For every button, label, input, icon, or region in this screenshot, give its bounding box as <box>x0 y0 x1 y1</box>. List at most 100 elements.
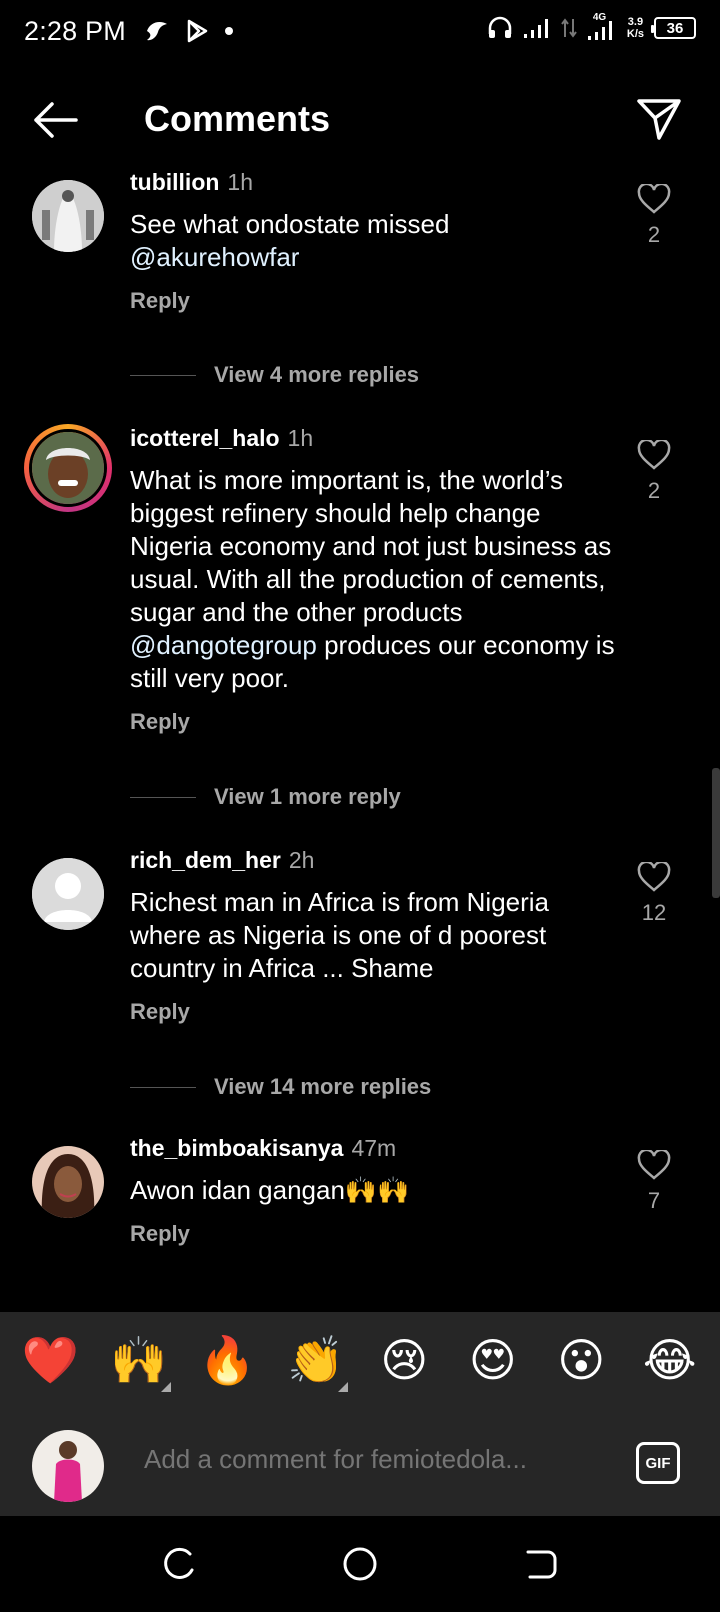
status-time: 2:28 PM <box>24 16 126 46</box>
emoji-glyph: 👏 <box>287 1332 345 1387</box>
comment-text-plain: Richest man in Africa is from Nigeria wh… <box>130 887 550 983</box>
comment-header: icotterel_halo 1h <box>130 424 620 452</box>
back-nav-button[interactable] <box>522 1546 558 1582</box>
view-more-label: View 4 more replies <box>214 362 420 387</box>
comment-mention[interactable]: @akurehowfar <box>130 242 299 272</box>
back-button[interactable] <box>30 98 80 142</box>
arrow-left-icon <box>34 102 78 138</box>
net-speed: 3.9 K/s <box>627 16 644 40</box>
comment-composer: GIF <box>0 1408 720 1516</box>
comment-body: tubillion 1h See what ondostate missed @a… <box>130 168 620 314</box>
dot-icon <box>225 27 233 35</box>
view-more-label: View 14 more replies <box>214 1074 432 1099</box>
scrollbar[interactable] <box>712 768 720 898</box>
divider <box>130 374 196 376</box>
emoji-raised-hands[interactable]: 🙌 <box>103 1332 175 1392</box>
like-count: 7 <box>647 1188 661 1213</box>
like-button[interactable]: 7 <box>632 1150 676 1214</box>
comment-username[interactable]: icotterel_halo <box>130 425 280 451</box>
skin-tone-indicator-icon <box>160 1381 171 1392</box>
comment-username[interactable]: rich_dem_her <box>130 847 281 873</box>
avatar[interactable] <box>32 858 104 930</box>
emoji-heart-eyes[interactable]: 😍 <box>457 1333 529 1387</box>
share-button[interactable] <box>636 96 682 142</box>
gif-button[interactable]: GIF <box>636 1442 680 1484</box>
like-button[interactable]: 2 <box>632 184 676 248</box>
emoji-glyph: 🙌 <box>110 1332 168 1387</box>
comment-body: rich_dem_her 2h Richest man in Africa is … <box>130 846 620 1025</box>
heart-icon <box>637 440 671 470</box>
net-speed-unit: K/s <box>626 28 644 40</box>
home-circle-icon <box>343 1547 377 1581</box>
back-nav-icon <box>526 1550 557 1579</box>
comment-body: the_bimboakisanya 47m Awon idan gangan🙌🙌 … <box>130 1134 620 1247</box>
comment-time: 1h <box>227 169 254 195</box>
like-button[interactable]: 2 <box>632 440 676 504</box>
divider <box>130 796 196 798</box>
comment-text-plain: See what ondostate missed <box>130 209 450 239</box>
like-count: 12 <box>641 900 667 925</box>
avatar[interactable] <box>32 180 104 252</box>
status-notification-icons <box>144 18 234 44</box>
heart-icon <box>637 1150 671 1180</box>
status-system-icons: 4G 3.9 K/s 36 <box>487 12 696 40</box>
comment-text-plain: What is more important is, the world’s b… <box>130 465 612 627</box>
play-store-icon <box>187 19 208 43</box>
comment-input[interactable] <box>144 1444 604 1475</box>
comment-text: Richest man in Africa is from Nigeria wh… <box>130 886 620 985</box>
comment-text: See what ondostate missed @akurehowfar <box>130 208 620 274</box>
home-button[interactable] <box>342 1546 378 1582</box>
comment-time: 1h <box>287 425 314 451</box>
comment-body: icotterel_halo 1h What is more important … <box>130 424 620 735</box>
comments-header: Comments <box>0 80 720 160</box>
avatar[interactable] <box>24 424 112 512</box>
recent-apps-icon <box>164 1547 194 1579</box>
signal-icon <box>523 19 548 38</box>
emoji-fire[interactable]: 🔥 <box>191 1333 263 1388</box>
recent-apps-button[interactable] <box>162 1546 198 1582</box>
reply-button[interactable]: Reply <box>130 709 620 735</box>
divider <box>130 1086 196 1088</box>
view-more-replies[interactable]: View 4 more replies <box>130 362 419 388</box>
comment-header: the_bimboakisanya 47m <box>130 1134 620 1162</box>
comment-time: 2h <box>288 847 315 873</box>
reply-button[interactable]: Reply <box>130 288 620 314</box>
like-count: 2 <box>647 222 661 247</box>
avatar[interactable] <box>32 1146 104 1218</box>
view-more-replies[interactable]: View 14 more replies <box>130 1074 431 1100</box>
comment-username[interactable]: the_bimboakisanya <box>130 1135 343 1161</box>
comment-text-plain: Awon idan gangan🙌🙌 <box>130 1175 410 1205</box>
gif-label: GIF <box>645 1454 671 1472</box>
page-title: Comments <box>144 98 331 139</box>
heart-icon <box>637 862 671 892</box>
battery-icon: 36 <box>651 17 696 39</box>
emoji-crying[interactable]: 😢 <box>368 1333 440 1387</box>
view-more-replies[interactable]: View 1 more reply <box>130 784 401 810</box>
reply-button[interactable]: Reply <box>130 999 620 1025</box>
like-count: 2 <box>647 478 661 503</box>
bird-app-icon <box>147 22 167 41</box>
comment-header: tubillion 1h <box>130 168 620 196</box>
comment-mention[interactable]: @dangotegroup <box>130 630 317 660</box>
skin-tone-indicator-icon <box>337 1381 348 1392</box>
comment-username[interactable]: tubillion <box>130 169 219 195</box>
view-more-label: View 1 more reply <box>214 784 401 809</box>
emoji-surprised[interactable]: 😮 <box>545 1333 617 1387</box>
system-nav-bar <box>0 1516 720 1612</box>
emoji-laughing[interactable]: 😂 <box>634 1333 706 1387</box>
default-avatar-icon <box>32 858 104 930</box>
emoji-heart[interactable]: ❤️ <box>14 1333 86 1388</box>
emoji-clapping[interactable]: 👏 <box>280 1332 352 1392</box>
headphones-icon <box>488 16 512 38</box>
signal-4g-icon: 4G <box>587 12 617 40</box>
like-button[interactable]: 12 <box>632 862 676 926</box>
reply-button[interactable]: Reply <box>130 1221 620 1247</box>
current-user-avatar <box>32 1430 104 1502</box>
send-icon <box>637 99 681 140</box>
emoji-quick-bar: ❤️ 🙌 🔥 👏 😢 😍 😮 😂 <box>0 1312 720 1408</box>
comment-text: What is more important is, the world’s b… <box>130 464 620 695</box>
battery-level: 36 <box>666 19 684 37</box>
comment-text: Awon idan gangan🙌🙌 <box>130 1174 620 1207</box>
data-arrows-icon <box>561 18 577 38</box>
comment-header: rich_dem_her 2h <box>130 846 620 874</box>
